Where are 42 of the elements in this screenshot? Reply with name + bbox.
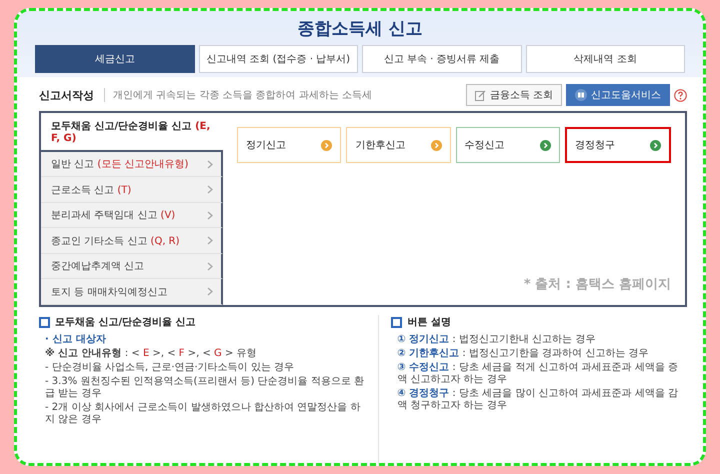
info-text: · 신고 대상자	[44, 334, 107, 346]
info-text: - 3.3% 원천징수된 인적용역소득(프리랜서 등) 단순경비율 적용으로 환급 받는 경우	[44, 376, 364, 400]
help-service-button[interactable]: 신고도움서비스	[566, 84, 670, 106]
chevron-right-icon	[207, 185, 213, 194]
tab[interactable]: 신고 부속 · 증빙서류 제출	[362, 45, 522, 73]
menu-item[interactable]: 모두채움 신고/단순경비율 신고 (E, F, G)	[41, 113, 223, 152]
menu-item[interactable]: 분리과세 주택임대 신고 (V)	[41, 202, 223, 228]
page-title: 종합소득세 신고	[296, 18, 424, 41]
info-text: ② 기한후신고 : 법정신고기한을 경과하여 신고하는 경우	[396, 348, 650, 360]
section-description: 개인에게 귀속되는 각종 소득을 종합하여 과세하는 소득세	[104, 88, 372, 102]
info-heading: 버튼 설명	[407, 316, 451, 329]
square-bullet-icon	[39, 316, 50, 328]
chevron-right-icon	[207, 160, 213, 169]
info-text: ① 정기신고 : 법정신고기한내 신고하는 경우	[396, 334, 596, 346]
edit-document-icon	[474, 90, 486, 100]
menu-item[interactable]: 토지 등 매매차익예정신고	[41, 279, 223, 305]
info-text: - 2개 이상 회사에서 근로소득이 발생하였으나 합산하여 연말정산을 하지 않은 경우	[44, 402, 362, 426]
menu-item[interactable]: 종교인 기타소득 신고 (Q, R)	[41, 228, 223, 254]
tab[interactable]: 세금신고	[35, 45, 194, 73]
help-icon	[674, 88, 687, 102]
filing-option-button[interactable]: 정기신고	[237, 127, 342, 163]
menu-item[interactable]: 근로소득 신고 (T)	[41, 177, 223, 203]
filing-option-button[interactable]: 경정청구	[564, 127, 671, 163]
tab[interactable]: 삭제내역 조회	[526, 45, 685, 73]
tab[interactable]: 신고내역 조회 (접수증 · 납부서)	[198, 45, 358, 73]
square-bullet-icon	[391, 316, 402, 328]
chevron-right-icon	[207, 287, 213, 296]
section-title: 신고서작성	[39, 88, 94, 102]
chevron-right-icon	[207, 210, 213, 220]
info-text: - 단순경비율 사업소득, 근로·연금·기타소득이 있는 경우	[44, 362, 296, 374]
info-text: ③ 수정신고 : 당초 세금을 적게 신고하여 과세표준과 세액을 증액 신고하고자 하는 경우	[396, 362, 680, 386]
lookup-button[interactable]: 금융소득 조회	[466, 84, 562, 106]
filing-option-button[interactable]: 수정신고	[456, 127, 560, 163]
menu-item[interactable]: 중간예납추계액 신고	[41, 254, 223, 280]
filing-option-button[interactable]: 기한후신고	[346, 127, 450, 163]
info-text: ※ 신고 안내유형 : < E >, < F >, < G > 유형	[44, 348, 258, 360]
chevron-right-icon	[207, 236, 213, 246]
source-note: * 출처 : 홈택스 홈페이지	[522, 276, 671, 294]
menu-item[interactable]: 일반 신고 (모든 신고안내유형)	[41, 152, 223, 178]
info-heading: 모두채움 신고/단순경비율 신고	[55, 316, 196, 329]
info-text: ④ 경정청구 : 당초 세금을 많이 신고하여 과세표준과 세액을 감액 청구하고자 하는 경우	[396, 388, 680, 412]
chevron-right-icon	[207, 262, 213, 271]
